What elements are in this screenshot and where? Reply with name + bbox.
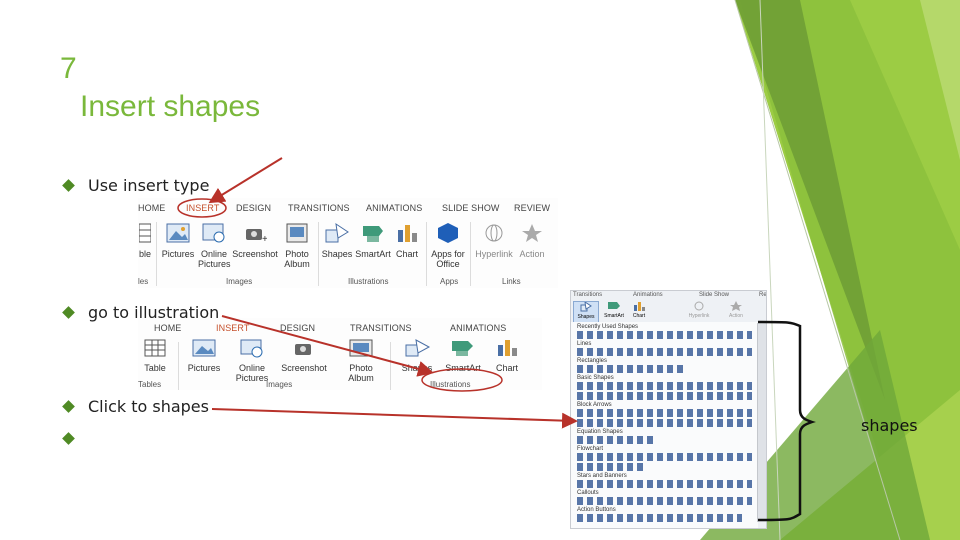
shapes-annotation-label: shapes — [861, 416, 918, 435]
annotation-overlay — [177, 157, 816, 522]
slide: 7 Insert shapes Use insert type go to il… — [0, 0, 960, 540]
